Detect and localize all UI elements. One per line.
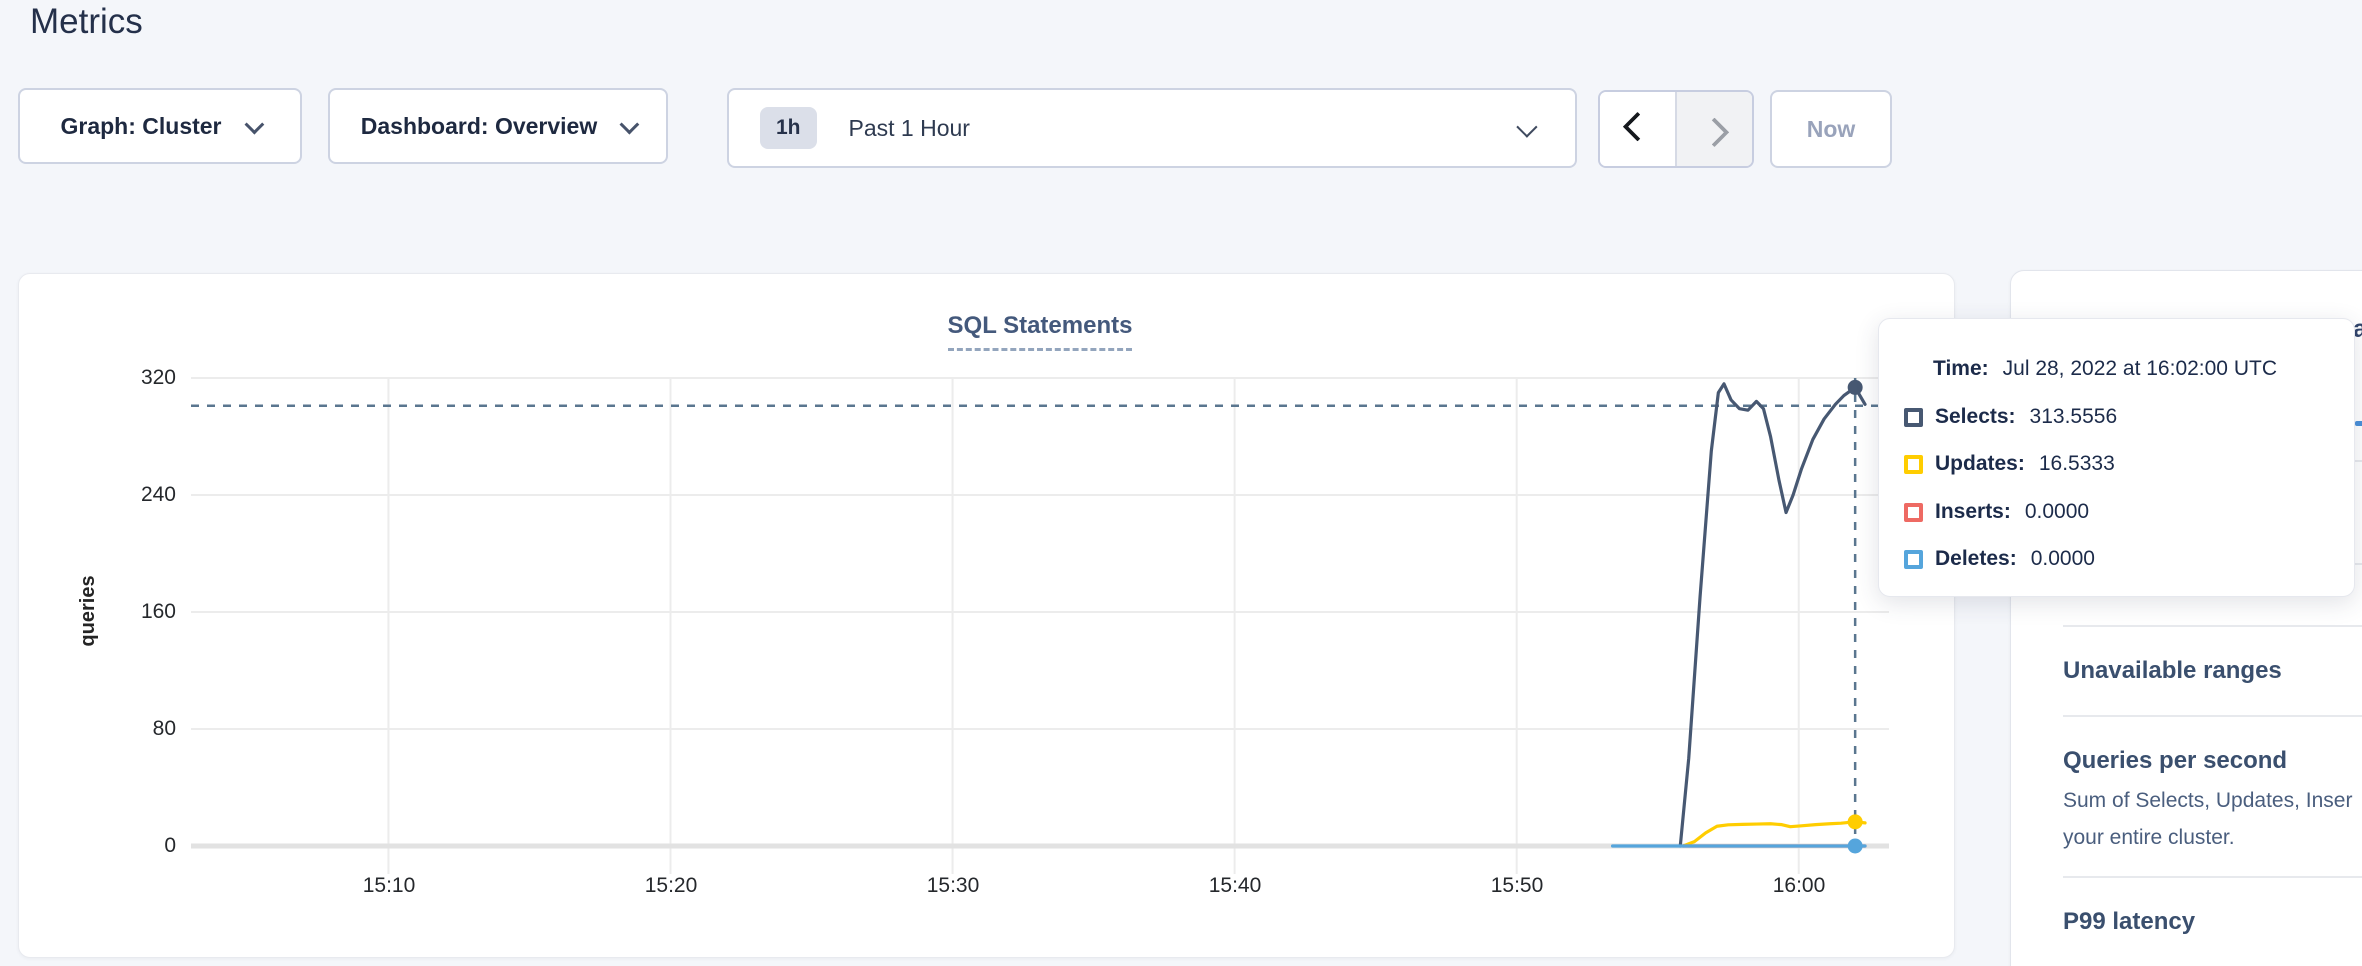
divider [2063, 715, 2362, 717]
next-range-button[interactable] [1677, 92, 1752, 166]
sidebar-stat-unavailable-ranges: Unavailable ranges [2063, 657, 2282, 685]
x-tick: 16:00 [1744, 874, 1854, 898]
x-tick: 15:30 [898, 874, 1008, 898]
clipped-link-fragment [2355, 421, 2362, 426]
tooltip-time-value: Jul 28, 2022 at 16:02:00 UTC [2003, 357, 2277, 381]
now-button[interactable]: Now [1770, 90, 1892, 168]
y-tick: 80 [19, 715, 176, 743]
graph-scope-label: Graph: Cluster [60, 113, 221, 140]
sql-statements-chart-card[interactable]: SQL Statements queries 0 80 160 240 320 … [18, 273, 1955, 958]
dashboard-label: Dashboard: Overview [361, 113, 597, 140]
y-tick: 0 [19, 832, 176, 860]
time-nav-arrows [1598, 90, 1754, 168]
tooltip-updates-row: Updates: 16.5333 [1904, 450, 2115, 478]
metrics-page: Metrics Graph: Cluster Dashboard: Overvi… [0, 0, 2362, 966]
page-title: Metrics [30, 2, 143, 42]
chevron-left-icon [1623, 111, 1653, 141]
hover-dot-deletes [1848, 839, 1863, 854]
series-line-updates [1683, 822, 1865, 846]
y-tick: 320 [19, 364, 176, 392]
y-tick: 240 [19, 481, 176, 509]
y-tick: 160 [19, 598, 176, 626]
tooltip-time-row: Time: Jul 28, 2022 at 16:02:00 UTC [1933, 355, 2277, 383]
tooltip-time-label: Time: [1933, 357, 1989, 381]
time-range-badge: 1h [760, 107, 817, 149]
sidebar-stat-description-line: your entire cluster. [2063, 826, 2235, 850]
x-tick: 15:20 [616, 874, 726, 898]
deletes-swatch-icon [1904, 550, 1923, 569]
updates-swatch-icon [1904, 455, 1923, 474]
tooltip-inserts-row: Inserts: 0.0000 [1904, 498, 2089, 526]
now-button-label: Now [1807, 116, 1856, 143]
time-range-label: Past 1 Hour [849, 115, 970, 142]
sidebar-stat-description-line: Sum of Selects, Updates, Inser [2063, 789, 2352, 813]
chevron-right-icon [1700, 117, 1730, 147]
inserts-swatch-icon [1904, 503, 1923, 522]
sidebar-stat-queries-per-second: Queries per second [2063, 747, 2287, 775]
chevron-down-icon [1516, 116, 1537, 137]
divider [2063, 625, 2362, 627]
x-tick: 15:10 [334, 874, 444, 898]
dashboard-dropdown[interactable]: Dashboard: Overview [328, 88, 668, 164]
series-line-selects [1680, 384, 1865, 846]
selects-swatch-icon [1904, 408, 1923, 427]
chevron-down-icon [244, 115, 264, 135]
divider [2063, 876, 2362, 878]
tooltip-selects-row: Selects: 313.5556 [1904, 403, 2117, 431]
sql-statements-plot[interactable] [19, 274, 1954, 957]
time-range-selector[interactable]: 1h Past 1 Hour [727, 88, 1577, 168]
chevron-down-icon [620, 115, 640, 135]
sidebar-stat-p99-latency: P99 latency [2063, 908, 2195, 936]
graph-scope-dropdown[interactable]: Graph: Cluster [18, 88, 302, 164]
tooltip-deletes-row: Deletes: 0.0000 [1904, 545, 2095, 573]
prev-range-button[interactable] [1600, 92, 1677, 166]
x-tick: 15:50 [1462, 874, 1572, 898]
x-tick: 15:40 [1180, 874, 1290, 898]
hover-dot-selects [1848, 380, 1863, 395]
hover-dot-updates [1848, 814, 1863, 829]
chart-hover-tooltip: Time: Jul 28, 2022 at 16:02:00 UTC Selec… [1878, 318, 2355, 597]
